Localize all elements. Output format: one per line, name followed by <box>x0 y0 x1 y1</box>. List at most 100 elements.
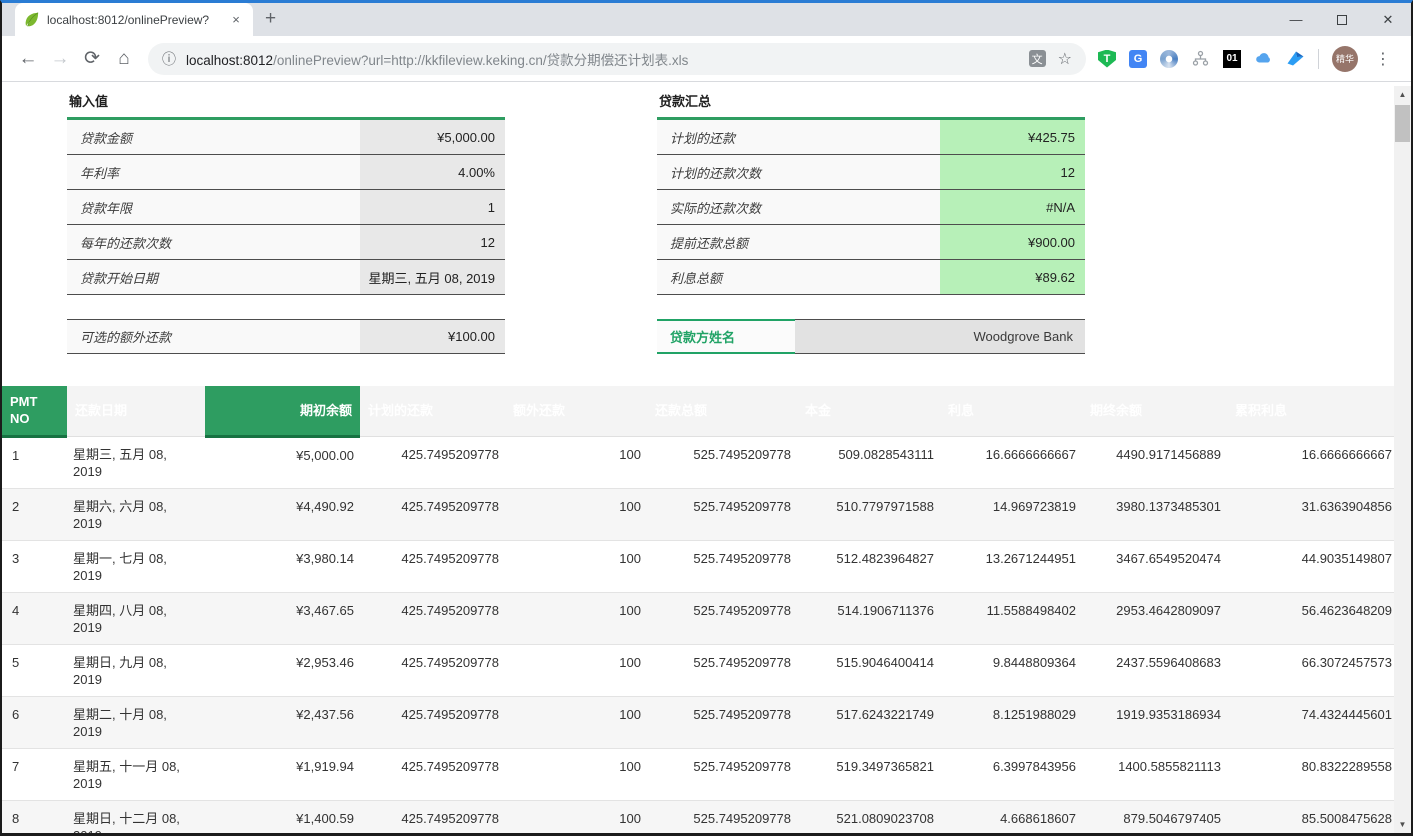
translate-page-icon[interactable]: 文 <box>1029 50 1046 67</box>
cell-total-payment: 525.7495209778 <box>647 644 797 696</box>
amortization-schedule: PMT NO 还款日期 期初余额 计划的还款 额外还款 还款总额 本金 利息 期… <box>2 386 1394 833</box>
input-value: 4.00% <box>360 155 505 189</box>
summary-row: 利息总额 ¥89.62 <box>657 260 1085 295</box>
forward-button[interactable]: → <box>44 43 76 75</box>
cloud-extension-icon[interactable] <box>1254 49 1273 68</box>
cell-ending-balance: 1400.5855821113 <box>1082 748 1227 800</box>
cell-principal: 514.1906711376 <box>797 592 940 644</box>
cell-total-payment: 525.7495209778 <box>647 748 797 800</box>
summary-row: 计划的还款 ¥425.75 <box>657 120 1085 155</box>
cell-total-payment: 525.7495209778 <box>647 592 797 644</box>
input-label: 贷款开始日期 <box>67 260 360 294</box>
cell-cumulative-interest: 74.4324445601 <box>1227 696 1394 748</box>
cell-extra-payment: 100 <box>505 800 647 833</box>
col-scheduled-payment: 计划的还款 <box>360 386 505 436</box>
cell-payment-date: 星期一, 七月 08, 2019 <box>67 540 205 592</box>
col-pmt-no: PMT NO <box>2 386 67 436</box>
col-interest: 利息 <box>940 386 1082 436</box>
url-host: localhost:8012 <box>186 53 273 68</box>
col-beginning-balance: 期初余额 <box>205 386 360 436</box>
cell-total-payment: 525.7495209778 <box>647 540 797 592</box>
bookmark-star-icon[interactable]: ☆ <box>1058 49 1072 69</box>
scroll-up-icon[interactable]: ▲ <box>1394 86 1411 103</box>
cell-pmt-no: 1 <box>2 436 67 488</box>
cell-extra-payment: 100 <box>505 488 647 540</box>
cell-extra-payment: 100 <box>505 540 647 592</box>
cell-cumulative-interest: 80.8322289558 <box>1227 748 1394 800</box>
scroll-down-icon[interactable]: ▼ <box>1394 816 1411 833</box>
col-extra-payment: 额外还款 <box>505 386 647 436</box>
cell-pmt-no: 2 <box>2 488 67 540</box>
summary-row: 提前还款总额 ¥900.00 <box>657 225 1085 260</box>
cell-scheduled-payment: 425.7495209778 <box>360 748 505 800</box>
input-value: ¥5,000.00 <box>360 120 505 154</box>
swirl-extension-icon[interactable] <box>1160 50 1178 68</box>
cell-cumulative-interest: 16.6666666667 <box>1227 436 1394 488</box>
table-row: 5 星期日, 九月 08, 2019 ¥2,953.46 425.7495209… <box>2 644 1394 696</box>
site-info-icon[interactable]: ⓘ <box>162 49 176 69</box>
summary-title: 贷款汇总 <box>657 87 1085 117</box>
cell-extra-payment: 100 <box>505 696 647 748</box>
summary-label: 实际的还款次数 <box>657 190 940 224</box>
home-button[interactable]: ⌂ <box>108 43 140 75</box>
cell-principal: 515.9046400414 <box>797 644 940 696</box>
summary-row: 计划的还款次数 12 <box>657 155 1085 190</box>
maximize-button[interactable] <box>1319 3 1365 36</box>
table-row: 3 星期一, 七月 08, 2019 ¥3,980.14 425.7495209… <box>2 540 1394 592</box>
back-button[interactable]: ← <box>12 43 44 75</box>
cell-payment-date: 星期二, 十月 08, 2019 <box>67 696 205 748</box>
cell-payment-date: 星期日, 十二月 08, 2019 <box>67 800 205 833</box>
summary-label: 计划的还款次数 <box>657 155 940 189</box>
extra-payment-value: ¥100.00 <box>360 320 505 353</box>
cell-scheduled-payment: 425.7495209778 <box>360 436 505 488</box>
profile-avatar[interactable]: 精华 <box>1332 46 1358 72</box>
summary-row: 实际的还款次数 #N/A <box>657 190 1085 225</box>
cell-interest: 11.5588498402 <box>940 592 1082 644</box>
cell-interest: 9.8448809364 <box>940 644 1082 696</box>
address-bar[interactable]: ⓘ localhost:8012/onlinePreview?url=http:… <box>148 43 1086 75</box>
cell-beginning-balance: ¥2,437.56 <box>205 696 360 748</box>
cell-principal: 519.3497365821 <box>797 748 940 800</box>
inputs-table: 贷款金额 ¥5,000.00 年利率 4.00% 贷款年限 1 <box>67 120 505 295</box>
extra-payment-label: 可选的额外还款 <box>67 320 360 353</box>
cell-scheduled-payment: 425.7495209778 <box>360 540 505 592</box>
minimize-button[interactable]: — <box>1273 3 1319 36</box>
cell-pmt-no: 5 <box>2 644 67 696</box>
col-principal: 本金 <box>797 386 940 436</box>
cell-beginning-balance: ¥4,490.92 <box>205 488 360 540</box>
scrollbar-thumb[interactable] <box>1395 105 1410 142</box>
bird-extension-icon[interactable] <box>1286 49 1305 68</box>
shield-extension-icon[interactable]: T <box>1098 50 1116 68</box>
input-row: 贷款开始日期 星期三, 五月 08, 2019 <box>67 260 505 295</box>
new-tab-button[interactable]: + <box>265 8 276 30</box>
cell-interest: 14.969723819 <box>940 488 1082 540</box>
browser-window: localhost:8012/onlinePreview? × + — ✕ ← … <box>0 0 1413 836</box>
lender-value: Woodgrove Bank <box>795 319 1085 354</box>
summary-value: #N/A <box>940 190 1085 224</box>
badge-01-extension-icon[interactable]: 01 <box>1223 50 1241 68</box>
vertical-scrollbar[interactable]: ▲ ▼ <box>1394 86 1411 833</box>
cell-principal: 509.0828543111 <box>797 436 940 488</box>
reload-button[interactable]: ⟳ <box>76 43 108 75</box>
tab-close-icon[interactable]: × <box>227 11 245 29</box>
cell-ending-balance: 2437.5596408683 <box>1082 644 1227 696</box>
cell-total-payment: 525.7495209778 <box>647 436 797 488</box>
cell-extra-payment: 100 <box>505 644 647 696</box>
inputs-title: 输入值 <box>67 87 505 117</box>
cell-principal: 510.7797971588 <box>797 488 940 540</box>
cell-scheduled-payment: 425.7495209778 <box>360 592 505 644</box>
summary-label: 利息总额 <box>657 260 940 294</box>
url-text: localhost:8012/onlinePreview?url=http://… <box>186 49 1017 69</box>
maximize-icon <box>1337 15 1347 25</box>
cell-scheduled-payment: 425.7495209778 <box>360 800 505 833</box>
table-row: 4 星期四, 八月 08, 2019 ¥3,467.65 425.7495209… <box>2 592 1394 644</box>
cell-beginning-balance: ¥1,400.59 <box>205 800 360 833</box>
col-ending-balance: 期终余额 <box>1082 386 1227 436</box>
browser-tab[interactable]: localhost:8012/onlinePreview? × <box>15 3 253 36</box>
translate-extension-icon[interactable]: G <box>1129 50 1147 68</box>
input-label: 年利率 <box>67 155 360 189</box>
browser-menu-icon[interactable]: ⋮ <box>1371 49 1395 69</box>
sitemap-extension-icon[interactable] <box>1191 49 1210 68</box>
summary-section: 贷款汇总 计划的还款 ¥425.75 计划的还款次数 12 <box>657 87 1085 295</box>
close-button[interactable]: ✕ <box>1365 3 1411 36</box>
